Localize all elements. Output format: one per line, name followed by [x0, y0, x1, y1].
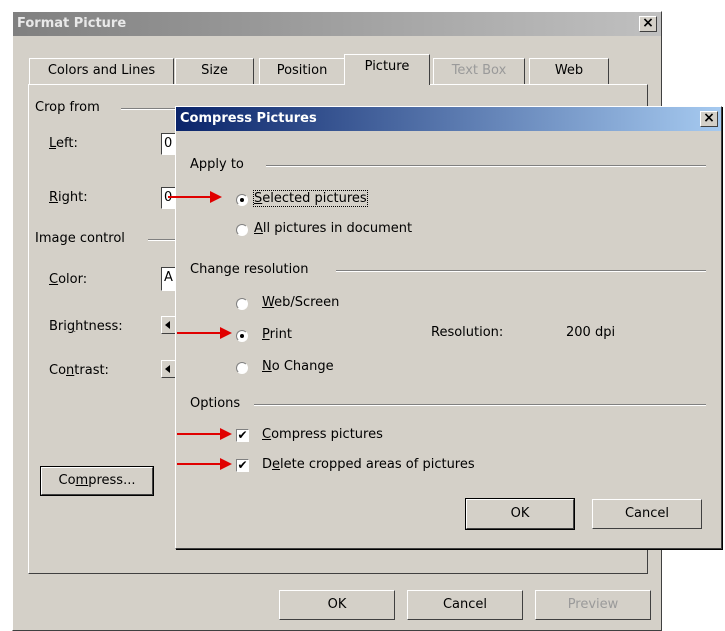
radio-web-screen[interactable]: Web/Screen — [236, 295, 376, 313]
crop-from-group-label: Crop from — [35, 100, 104, 115]
inner-close-button[interactable]: × — [700, 111, 718, 127]
radio-button[interactable] — [236, 224, 248, 236]
button-label: OK — [327, 597, 347, 612]
radio-no-change[interactable]: No Change — [236, 359, 376, 377]
preview-button[interactable]: Preview — [535, 590, 651, 620]
radio-label: All pictures in document — [254, 221, 413, 236]
arrow-right-icon — [220, 458, 232, 470]
group-divider — [148, 239, 178, 241]
tab-label: Position — [276, 63, 328, 78]
change-resolution-group-label: Change resolution — [190, 262, 313, 277]
inner-title-bar[interactable]: Compress Pictures × — [176, 107, 721, 131]
tab-picture[interactable]: Picture — [344, 54, 430, 85]
apply-to-group-label: Apply to — [190, 157, 248, 172]
tab-label: Colors and Lines — [47, 63, 156, 78]
resolution-value: 200 dpi — [566, 325, 616, 340]
radio-button[interactable] — [236, 298, 248, 310]
close-icon: × — [642, 15, 654, 31]
tab-size[interactable]: Size — [175, 58, 254, 84]
compress-button[interactable]: Compress... — [40, 466, 154, 496]
brightness-label: Brightness: — [49, 319, 123, 334]
arrow-shaft — [177, 332, 220, 334]
radio-selected-pictures[interactable]: Selected pictures — [236, 190, 396, 209]
crop-right-label: Right: — [49, 190, 88, 205]
button-label: Cancel — [624, 506, 670, 521]
tab-web[interactable]: Web — [529, 58, 609, 84]
radio-label: Selected pictures — [253, 190, 368, 207]
tab-position[interactable]: Position — [259, 58, 345, 84]
outer-title-bar[interactable]: Format Picture × — [13, 12, 661, 36]
radio-label: No Change — [262, 359, 334, 374]
tab-label: Picture — [364, 59, 410, 74]
compress-pictures-dialog: Compress Pictures × Apply to Selected pi… — [175, 106, 722, 549]
field-value: A — [164, 270, 173, 285]
button-label: Compress... — [58, 473, 136, 488]
checkbox-compress-pictures[interactable]: ✔ Compress pictures — [236, 427, 436, 445]
tab-colors-and-lines[interactable]: Colors and Lines — [29, 58, 174, 84]
inner-dialog-title: Compress Pictures — [180, 111, 317, 126]
arrow-right-icon — [210, 191, 222, 203]
resolution-label: Resolution: — [431, 325, 504, 340]
arrow-shaft — [177, 433, 220, 435]
button-label: Cancel — [442, 597, 488, 612]
group-divider — [254, 404, 706, 406]
radio-button[interactable] — [236, 330, 248, 342]
arrow-shaft — [168, 196, 210, 198]
radio-button[interactable] — [236, 362, 248, 374]
crop-left-label: Left: — [49, 136, 78, 151]
ok-button[interactable]: OK — [279, 590, 395, 620]
options-group-label: Options — [190, 396, 245, 411]
field-value: 0 — [164, 136, 173, 151]
group-divider — [266, 165, 706, 167]
cancel-button[interactable]: Cancel — [407, 590, 523, 620]
checkbox-label: Delete cropped areas of pictures — [262, 457, 475, 472]
arrow-right-icon — [220, 327, 232, 339]
tab-label: Size — [201, 63, 228, 78]
close-icon: × — [703, 110, 715, 126]
tab-text-box[interactable]: Text Box — [433, 58, 525, 84]
outer-dialog-title: Format Picture — [17, 16, 127, 31]
arrow-right-icon — [220, 428, 232, 440]
button-label: Preview — [567, 597, 619, 612]
arrow-shaft — [177, 463, 220, 465]
button-label: OK — [510, 506, 530, 521]
checkbox[interactable]: ✔ — [236, 459, 249, 472]
radio-print[interactable]: Print — [236, 327, 376, 345]
compress-ok-button[interactable]: OK — [465, 498, 575, 530]
radio-all-pictures[interactable]: All pictures in document — [236, 221, 456, 239]
outer-close-button[interactable]: × — [639, 16, 657, 32]
left-arrow-icon — [165, 365, 170, 373]
contrast-label: Contrast: — [49, 363, 109, 378]
color-label: Color: — [49, 272, 88, 287]
left-arrow-icon — [165, 321, 170, 329]
radio-label: Print — [262, 327, 292, 342]
group-divider — [121, 108, 181, 110]
tab-label: Text Box — [451, 63, 507, 78]
group-divider — [336, 270, 706, 272]
compress-cancel-button[interactable]: Cancel — [592, 499, 702, 529]
checkbox-label: Compress pictures — [262, 427, 383, 442]
radio-button[interactable] — [236, 194, 248, 206]
checkbox[interactable]: ✔ — [236, 429, 249, 442]
radio-label: Web/Screen — [262, 295, 340, 310]
image-control-group-label: Image control — [35, 231, 129, 246]
checkbox-delete-cropped-areas[interactable]: ✔ Delete cropped areas of pictures — [236, 457, 536, 475]
tab-label: Web — [554, 63, 584, 78]
